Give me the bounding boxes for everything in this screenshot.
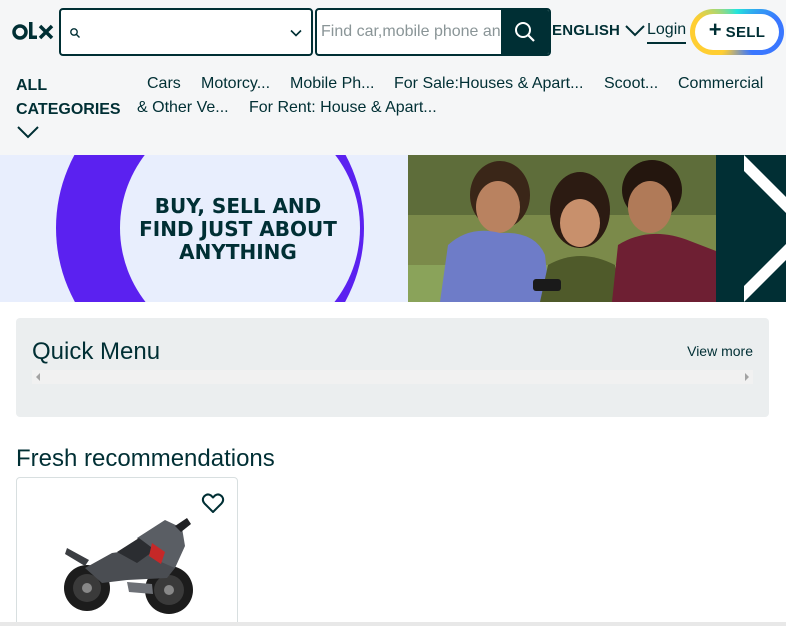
category-houses-for-sale[interactable]: For Sale:Houses & Apart... bbox=[394, 74, 583, 94]
login-link[interactable]: Login bbox=[647, 21, 687, 44]
sell-button[interactable]: + SELL bbox=[690, 9, 784, 55]
plus-icon: + bbox=[708, 17, 722, 42]
scroll-left-arrow-icon[interactable] bbox=[36, 373, 40, 381]
category-motorcycles[interactable]: Motorcy... bbox=[201, 74, 270, 94]
all-categories-toggle[interactable]: ALL CATEGORIES bbox=[16, 74, 121, 122]
search-input[interactable] bbox=[317, 10, 503, 54]
category-scooters[interactable]: Scoot... bbox=[604, 74, 658, 94]
category-bar: ALL CATEGORIES Cars Motorcy... Mobile Ph… bbox=[0, 66, 786, 155]
motorcycle-image bbox=[64, 518, 193, 614]
chevron-down-icon[interactable] bbox=[16, 124, 40, 140]
all-categories-line2: CATEGORIES bbox=[16, 101, 121, 118]
category-mobile-phones[interactable]: Mobile Ph... bbox=[290, 74, 374, 94]
olx-logo[interactable] bbox=[12, 20, 58, 44]
category-cars[interactable]: Cars bbox=[147, 74, 181, 94]
search-field-wrapper bbox=[315, 8, 551, 56]
top-header: ENGLISH Login + SELL bbox=[0, 0, 786, 66]
sell-label: SELL bbox=[725, 23, 766, 41]
banner-artwork bbox=[0, 155, 786, 302]
scroll-right-arrow-icon[interactable] bbox=[745, 373, 749, 381]
scroll-edge bbox=[0, 622, 786, 626]
listing-card[interactable] bbox=[16, 477, 238, 626]
chevron-down-icon[interactable] bbox=[624, 22, 646, 38]
search-button[interactable] bbox=[501, 10, 549, 54]
language-selector[interactable]: ENGLISH bbox=[552, 22, 620, 39]
banner-line1: BUY, SELL AND bbox=[154, 194, 322, 218]
category-houses-for-rent[interactable]: For Rent: House & Apart... bbox=[249, 98, 437, 118]
category-commercial[interactable]: Commercial bbox=[678, 74, 763, 94]
view-more-link[interactable]: View more bbox=[687, 343, 753, 359]
search-icon bbox=[515, 22, 535, 42]
quick-menu: Quick Menu View more bbox=[16, 318, 769, 417]
quick-menu-scrollbar[interactable] bbox=[32, 370, 753, 384]
category-commercial-cont[interactable]: & Other Ve... bbox=[137, 98, 229, 118]
fresh-recommendations-title: Fresh recommendations bbox=[16, 445, 275, 472]
location-selector[interactable] bbox=[59, 8, 313, 56]
banner-line3: ANYTHING bbox=[179, 240, 297, 264]
sell-button-inner: + SELL bbox=[695, 14, 779, 50]
hero-banner[interactable]: BUY, SELL AND FIND JUST ABOUT ANYTHING bbox=[0, 155, 786, 302]
search-icon bbox=[70, 28, 80, 38]
banner-headline: BUY, SELL AND FIND JUST ABOUT ANYTHING bbox=[120, 195, 356, 264]
heart-icon[interactable] bbox=[201, 492, 225, 514]
banner-line2: FIND JUST ABOUT bbox=[139, 217, 337, 241]
quick-menu-title: Quick Menu bbox=[32, 338, 161, 365]
chevron-down-icon bbox=[290, 29, 302, 37]
all-categories-line1: ALL bbox=[16, 77, 48, 94]
